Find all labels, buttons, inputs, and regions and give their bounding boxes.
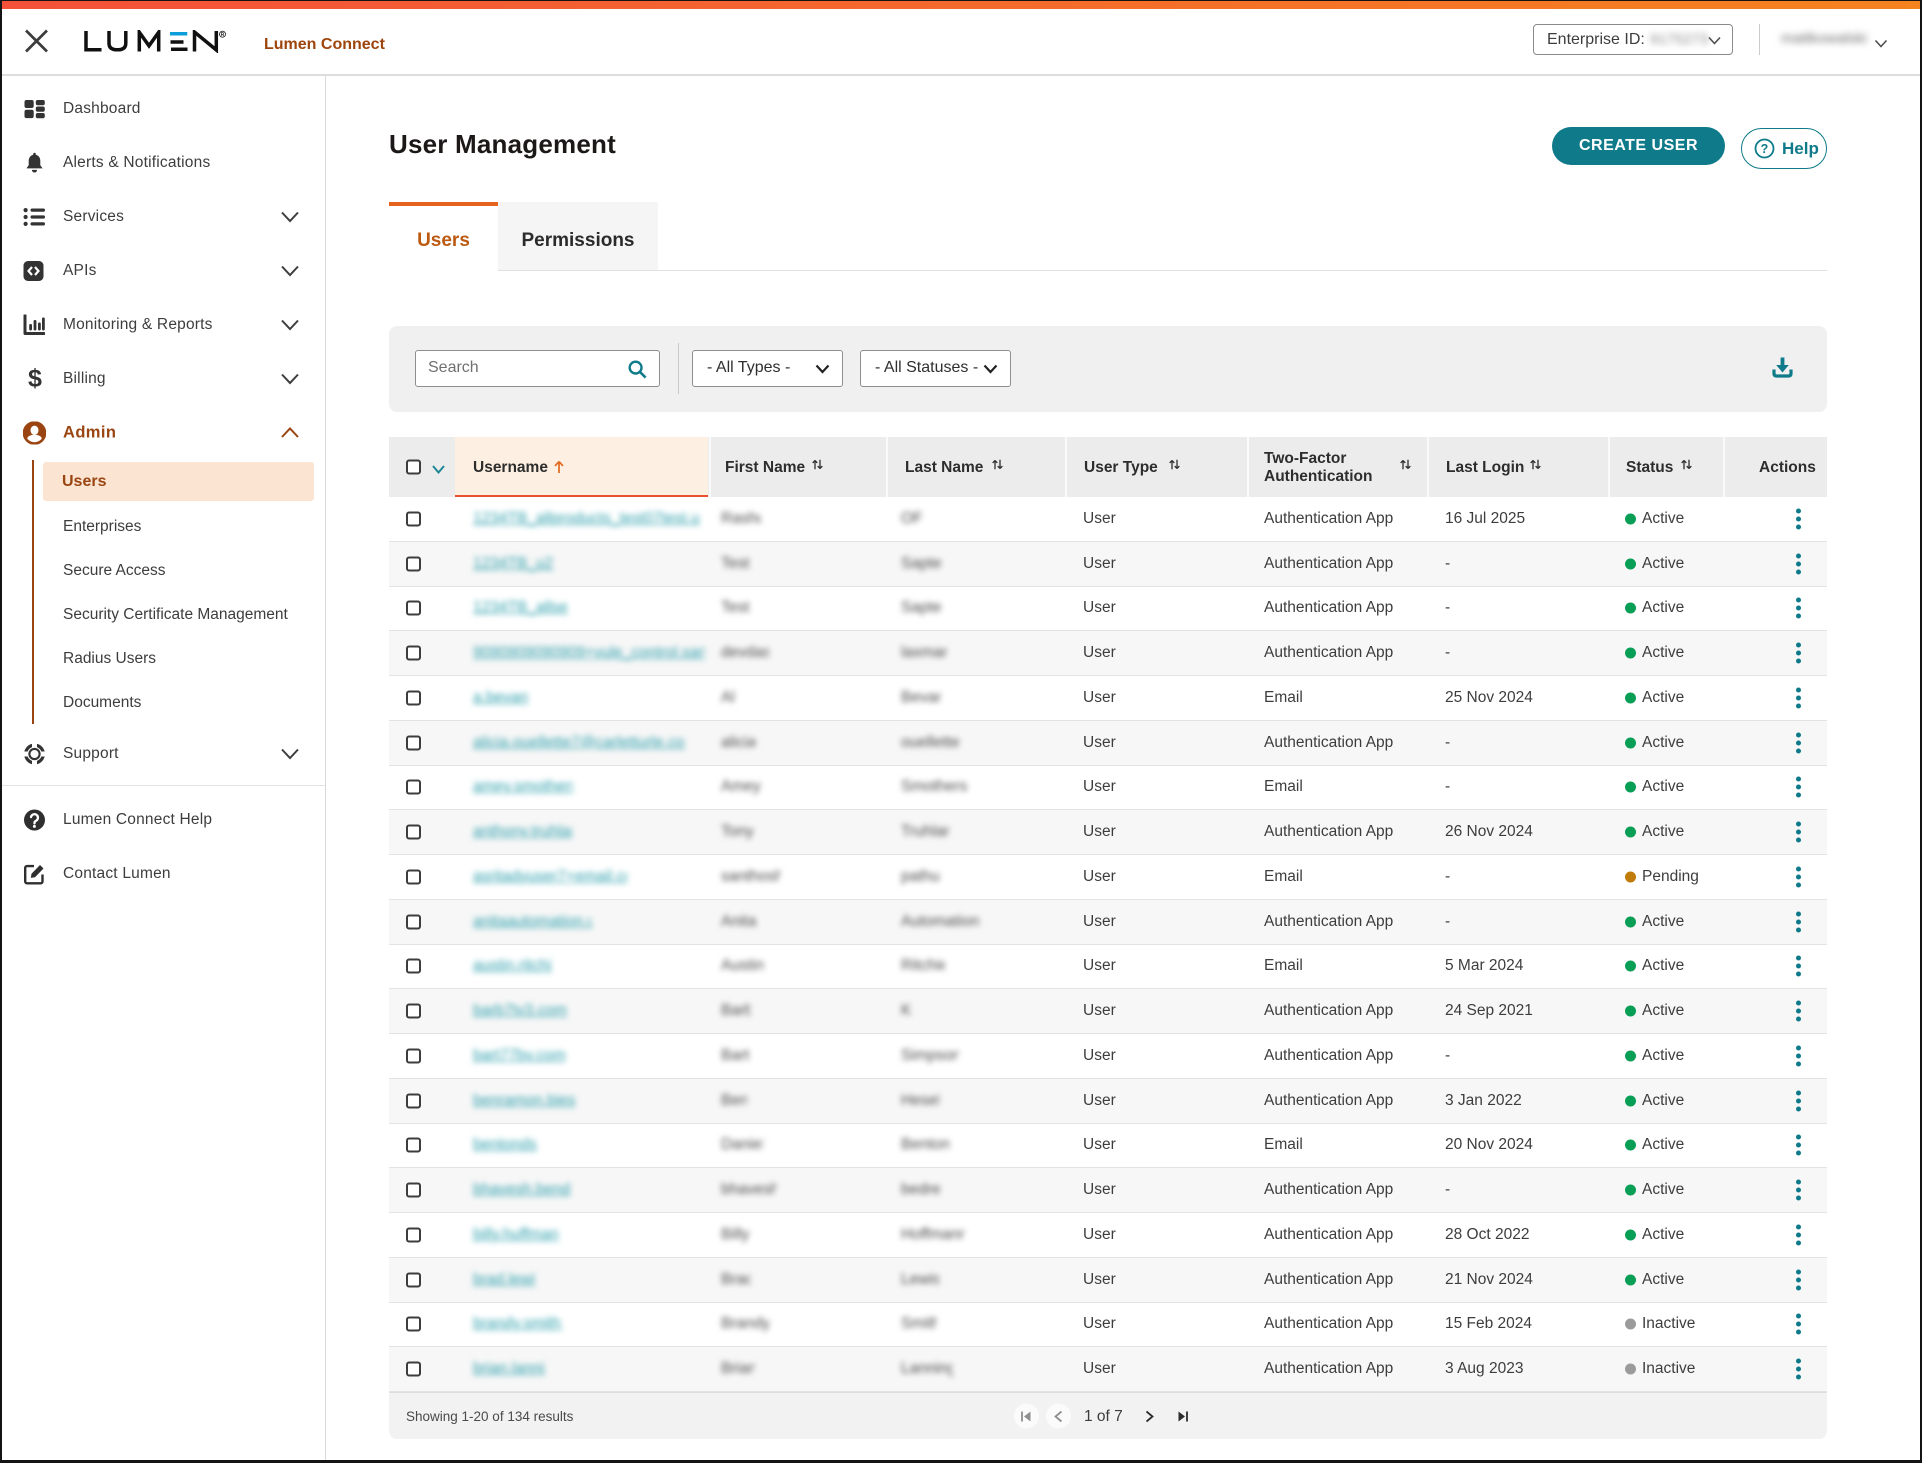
svg-text:?: ? (1761, 142, 1769, 156)
